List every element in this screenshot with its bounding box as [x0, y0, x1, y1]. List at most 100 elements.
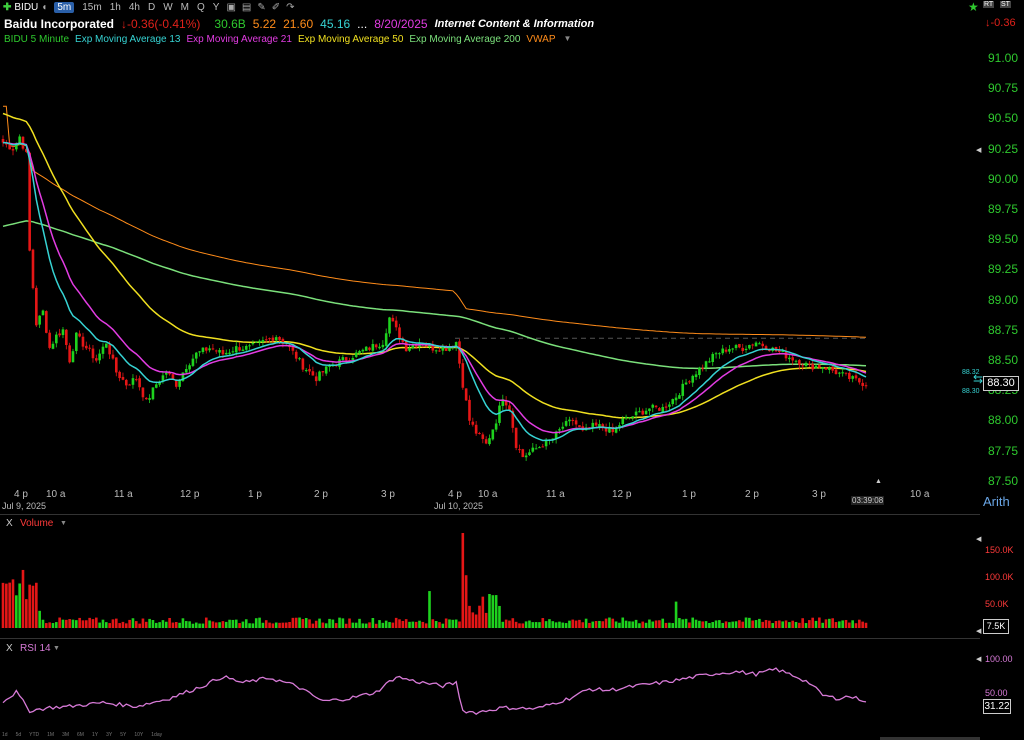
- volume-bar: [271, 623, 275, 628]
- candle-body: [108, 344, 111, 355]
- candle-body: [404, 340, 408, 352]
- volume-bar: [761, 621, 765, 628]
- pane-separator-volume[interactable]: [0, 514, 980, 515]
- range-3M[interactable]: 3M: [62, 732, 69, 738]
- scroll-up-icon[interactable]: ▲: [875, 478, 882, 485]
- candle-body: [91, 348, 95, 359]
- candle-body: [841, 372, 844, 374]
- volume-bar: [18, 583, 21, 628]
- volume-bar: [444, 618, 448, 628]
- volume-bar: [694, 619, 698, 628]
- volume-bar: [374, 623, 378, 628]
- candle-body: [831, 366, 834, 371]
- volume-bar: [204, 617, 208, 628]
- candle-body: [814, 365, 818, 369]
- volume-bar: [188, 621, 191, 628]
- candle-body: [144, 397, 148, 400]
- volume-bar: [534, 622, 538, 628]
- range-1d[interactable]: 1d: [2, 732, 8, 738]
- candle-body: [728, 349, 731, 352]
- candle-body: [61, 329, 65, 336]
- time-axis-label: 10 a: [46, 489, 66, 500]
- range-1day[interactable]: 1day: [151, 732, 162, 738]
- vol-axis-50k: 50.0K: [985, 599, 1009, 609]
- candle-body: [838, 372, 841, 374]
- range-1Y[interactable]: 1Y: [92, 732, 98, 738]
- chart-canvas[interactable]: [0, 0, 1024, 740]
- candle-body: [214, 350, 218, 352]
- candle-body: [594, 422, 598, 426]
- candle-body: [624, 416, 628, 419]
- time-axis-label: 4 p: [448, 489, 462, 500]
- range-5d[interactable]: 5d: [16, 732, 22, 738]
- volume-bar: [428, 591, 431, 628]
- volume-bar: [384, 620, 388, 628]
- volume-bar: [151, 620, 155, 628]
- clock: 03:39:08: [851, 496, 885, 505]
- range-3Y[interactable]: 3Y: [106, 732, 112, 738]
- pane-separator-rsi[interactable]: [0, 638, 980, 639]
- candle-body: [94, 358, 98, 361]
- volume-bar: [61, 619, 65, 628]
- candle-body: [134, 379, 138, 381]
- candle-body: [531, 447, 535, 452]
- volume-close-button[interactable]: X: [6, 518, 13, 529]
- volume-bar: [544, 621, 548, 628]
- candle-body: [491, 429, 495, 440]
- volume-bar: [194, 622, 198, 628]
- candle-body: [358, 351, 361, 354]
- volume-bar: [314, 620, 318, 628]
- range-5Y[interactable]: 5Y: [120, 732, 126, 738]
- candle-body: [654, 405, 658, 408]
- volume-bar: [461, 533, 465, 628]
- volume-menu-icon[interactable]: ▼: [60, 520, 67, 527]
- volume-bar: [58, 617, 61, 628]
- candle-body: [218, 349, 221, 353]
- volume-bar: [518, 623, 521, 628]
- candle-body: [724, 349, 728, 352]
- volume-bar: [394, 617, 398, 628]
- rsi-line: [2, 667, 867, 715]
- volume-bar: [498, 605, 501, 628]
- range-1M[interactable]: 1M: [47, 732, 54, 738]
- candle-body: [258, 340, 261, 343]
- candle-body: [461, 363, 465, 388]
- range-YTD[interactable]: YTD: [29, 732, 39, 738]
- ema50-line: [2, 112, 867, 419]
- range-10Y[interactable]: 10Y: [134, 732, 143, 738]
- candle-body: [398, 327, 401, 339]
- volume-bar: [284, 622, 288, 628]
- candle-body: [801, 365, 804, 367]
- volume-bar: [308, 619, 311, 628]
- candle-body: [541, 446, 545, 448]
- candle-body: [384, 333, 388, 346]
- candle-body: [471, 421, 475, 425]
- range-6M[interactable]: 6M: [77, 732, 84, 738]
- volume-bar: [801, 618, 804, 628]
- candle-body: [468, 399, 471, 421]
- candle-body: [311, 371, 315, 376]
- candle-body: [354, 352, 358, 357]
- candle-body: [474, 424, 478, 434]
- rsi-menu-icon[interactable]: ▼: [53, 645, 60, 652]
- volume-bar: [438, 622, 441, 628]
- volume-bar: [521, 623, 525, 628]
- volume-bar: [324, 623, 328, 628]
- scale-mode-button[interactable]: Arith: [983, 494, 1010, 509]
- volume-bar: [541, 618, 545, 628]
- volume-bar: [48, 622, 51, 628]
- volume-bar: [35, 582, 38, 628]
- volume-bar: [558, 621, 561, 628]
- candle-body: [668, 404, 671, 407]
- volume-bar: [51, 623, 55, 628]
- candle-body: [71, 351, 75, 363]
- volume-bar: [448, 619, 451, 628]
- candle-body: [244, 345, 248, 350]
- candle-body: [714, 353, 718, 355]
- volume-bar: [178, 622, 181, 628]
- price-axis-label: 88.00: [988, 413, 1019, 428]
- rsi-close-button[interactable]: X: [6, 643, 13, 654]
- tag-lower: 88.30: [962, 388, 980, 395]
- volume-bar: [68, 619, 71, 628]
- volume-bar: [451, 619, 455, 628]
